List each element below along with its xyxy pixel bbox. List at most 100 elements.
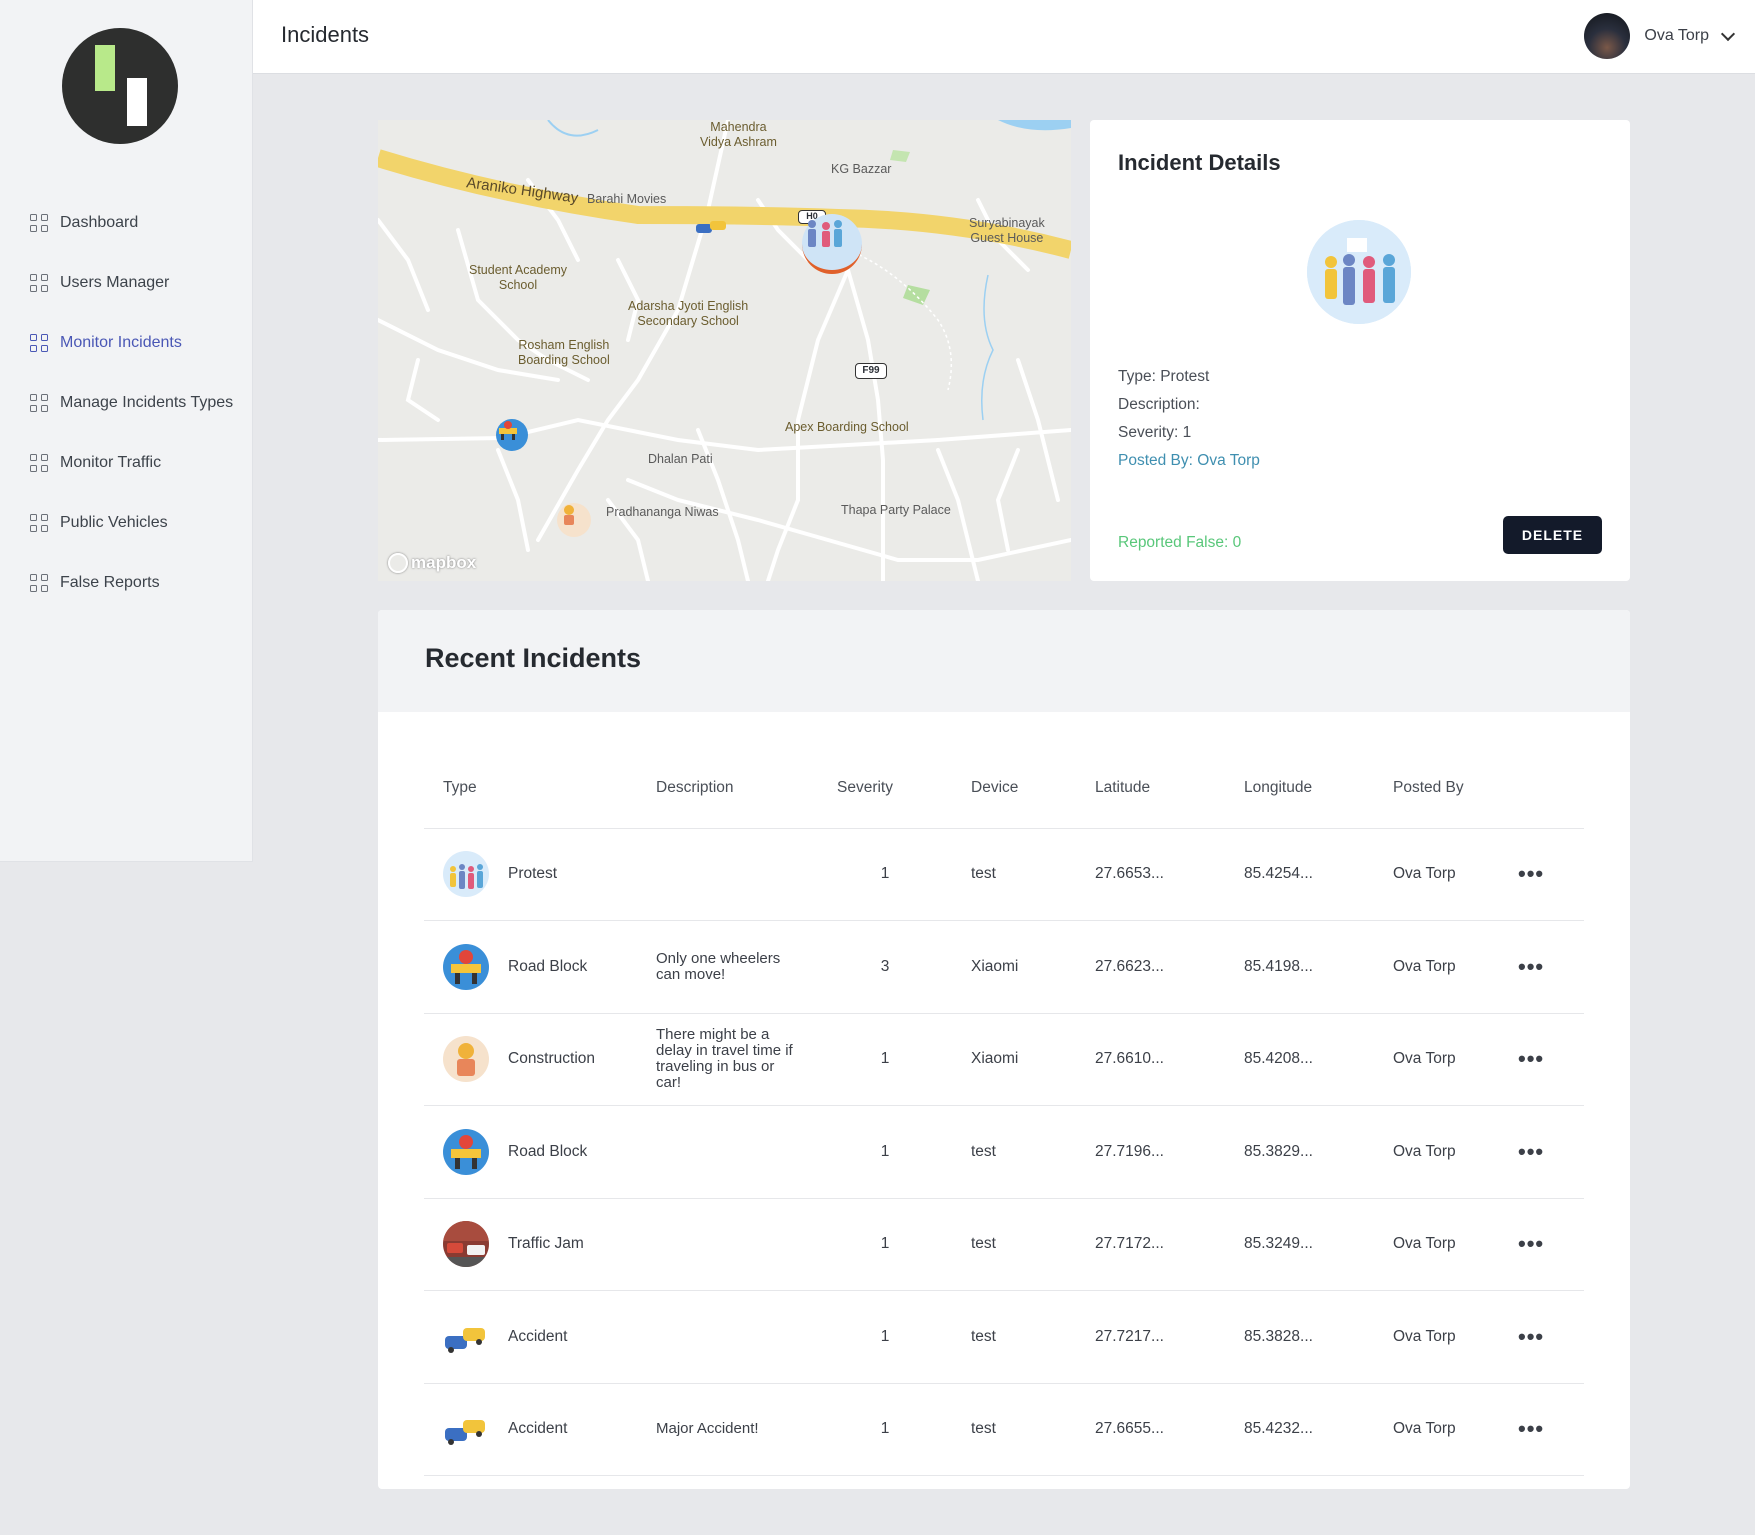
column-header-posted-by[interactable]: Posted By (1374, 748, 1499, 829)
more-options-icon[interactable]: ••• (1518, 1139, 1544, 1164)
grid-icon (30, 334, 48, 352)
incident-latitude: 27.6623... (1076, 920, 1225, 1014)
incident-description: Only one wheelers can move! (637, 920, 818, 1014)
column-header-actions (1499, 748, 1584, 829)
road-block-marker-icon[interactable] (496, 419, 528, 451)
reported-false-count: Reported False: 0 (1118, 534, 1242, 551)
incident-severity: 1 (818, 1105, 952, 1199)
table-row[interactable]: Protest 1 test 27.6653... 85.4254... Ova… (424, 828, 1584, 921)
sidebar-item-monitor-incidents[interactable]: Monitor Incidents (0, 313, 253, 373)
incident-description: There might be a delay in travel time if… (637, 1013, 818, 1106)
incident-posted-by: Ova Torp (1374, 1013, 1499, 1106)
incident-longitude: 85.3828... (1225, 1290, 1374, 1384)
table-row[interactable]: Construction There might be a delay in t… (424, 1013, 1584, 1106)
incident-description (637, 1290, 818, 1384)
table-row[interactable]: Traffic Jam 1 test 27.7172... 85.3249...… (424, 1198, 1584, 1291)
map-label-school: Mahendra Vidya Ashram (700, 120, 777, 149)
sidebar-item-manage-incidents-types[interactable]: Manage Incidents Types (0, 373, 253, 433)
incident-map[interactable]: Araniko Highway Mahendra Vidya Ashram KG… (378, 120, 1071, 581)
map-label-place: Thapa Party Palace (841, 503, 951, 517)
protest-marker-icon[interactable] (802, 214, 862, 274)
sidebar-item-label: Monitor Traffic (60, 454, 162, 471)
incident-type: Construction (508, 1050, 596, 1068)
recent-incidents-title: Recent Incidents (425, 643, 642, 673)
grid-icon (30, 214, 48, 232)
details-type: Type: Protest (1118, 368, 1210, 385)
user-name[interactable]: Ova Torp (1644, 27, 1709, 45)
column-header-device[interactable]: Device (952, 748, 1076, 829)
map-label-hotel: Suryabinayak Guest House (969, 216, 1045, 245)
map-label-place: Pradhananga Niwas (606, 505, 719, 519)
incident-device: Xiaomi (952, 1013, 1076, 1106)
more-options-icon[interactable]: ••• (1518, 1416, 1544, 1441)
incident-type: Accident (508, 1420, 568, 1438)
sidebar-item-public-vehicles[interactable]: Public Vehicles (0, 493, 253, 553)
delete-button[interactable]: DELETE (1503, 516, 1602, 554)
more-options-icon[interactable]: ••• (1518, 1231, 1544, 1256)
incident-longitude: 85.3249... (1225, 1198, 1374, 1291)
incident-latitude: 27.7196... (1076, 1105, 1225, 1199)
column-header-latitude[interactable]: Latitude (1076, 748, 1225, 829)
protest-icon (443, 851, 489, 898)
column-header-severity[interactable]: Severity (818, 748, 952, 829)
table-row[interactable]: Road Block Only one wheelers can move! 3… (424, 920, 1584, 1014)
map-label-school: Apex Boarding School (785, 420, 909, 434)
details-title: Incident Details (1118, 150, 1281, 175)
sidebar-item-monitor-traffic[interactable]: Monitor Traffic (0, 433, 253, 493)
type-cell: Protest (443, 851, 637, 898)
construction-icon (443, 1036, 489, 1083)
grid-icon (30, 514, 48, 532)
accident-marker-icon[interactable] (694, 218, 730, 240)
more-options-icon[interactable]: ••• (1518, 954, 1544, 979)
table-row[interactable]: Accident Major Accident! 1 test 27.6655.… (424, 1383, 1584, 1476)
incident-latitude: 27.6655... (1076, 1383, 1225, 1476)
type-cell: Road Block (443, 1128, 637, 1175)
incident-description (637, 828, 818, 921)
sidebar-item-label: Monitor Incidents (60, 334, 182, 351)
chevron-down-icon[interactable] (1720, 26, 1736, 41)
mapbox-attribution[interactable]: mapbox (388, 553, 476, 573)
sidebar-item-dashboard[interactable]: Dashboard (0, 193, 253, 253)
column-header-description[interactable]: Description (637, 748, 818, 829)
sidebar-item-users-manager[interactable]: Users Manager (0, 253, 253, 313)
page-title: Incidents (281, 22, 370, 47)
app-logo[interactable] (62, 28, 178, 144)
incident-severity: 1 (818, 1013, 952, 1106)
details-posted-by[interactable]: Posted By: Ova Torp (1118, 447, 1260, 475)
recent-incidents-header: Recent Incidents (378, 610, 1630, 712)
sidebar-item-label: Public Vehicles (60, 514, 168, 531)
incident-posted-by: Ova Torp (1374, 1198, 1499, 1291)
sidebar-item-label: Manage Incidents Types (60, 394, 234, 411)
more-options-icon[interactable]: ••• (1518, 1046, 1544, 1071)
map-label-cinema: Barahi Movies (587, 192, 667, 206)
details-severity: Severity: 1 (1118, 424, 1192, 441)
logo-bar-white (127, 78, 147, 126)
incident-details-card: Incident Details Type: Protest Descripti… (1090, 120, 1630, 581)
table-row[interactable]: Accident 1 test 27.7217... 85.3828... Ov… (424, 1290, 1584, 1384)
table-row[interactable]: Road Block 1 test 27.7196... 85.3829... … (424, 1105, 1584, 1199)
incident-posted-by: Ova Torp (1374, 1105, 1499, 1199)
construction-marker-icon[interactable] (557, 503, 591, 537)
column-header-longitude[interactable]: Longitude (1225, 748, 1374, 829)
accident-icon (443, 1314, 489, 1360)
logo-bar-green (95, 45, 115, 91)
incident-latitude: 27.6653... (1076, 828, 1225, 921)
road-block-icon (443, 943, 489, 990)
incident-device: test (952, 1198, 1076, 1291)
sidebar-item-false-reports[interactable]: False Reports (0, 553, 253, 613)
more-options-icon[interactable]: ••• (1518, 1324, 1544, 1349)
sidebar-item-label: False Reports (60, 574, 160, 591)
more-options-icon[interactable]: ••• (1518, 861, 1544, 886)
avatar[interactable] (1584, 13, 1631, 59)
grid-icon (30, 274, 48, 292)
map-label-place: Dhalan Pati (648, 452, 713, 466)
incident-type: Protest (508, 865, 558, 883)
incident-severity: 1 (818, 828, 952, 921)
type-cell: Road Block (443, 943, 637, 990)
incident-longitude: 85.4208... (1225, 1013, 1374, 1106)
incident-device: test (952, 1105, 1076, 1199)
user-menu[interactable]: Ova Torp (1584, 13, 1736, 59)
protest-icon (1307, 220, 1411, 324)
column-header-type[interactable]: Type (424, 748, 637, 829)
incident-type: Traffic Jam (508, 1235, 584, 1253)
